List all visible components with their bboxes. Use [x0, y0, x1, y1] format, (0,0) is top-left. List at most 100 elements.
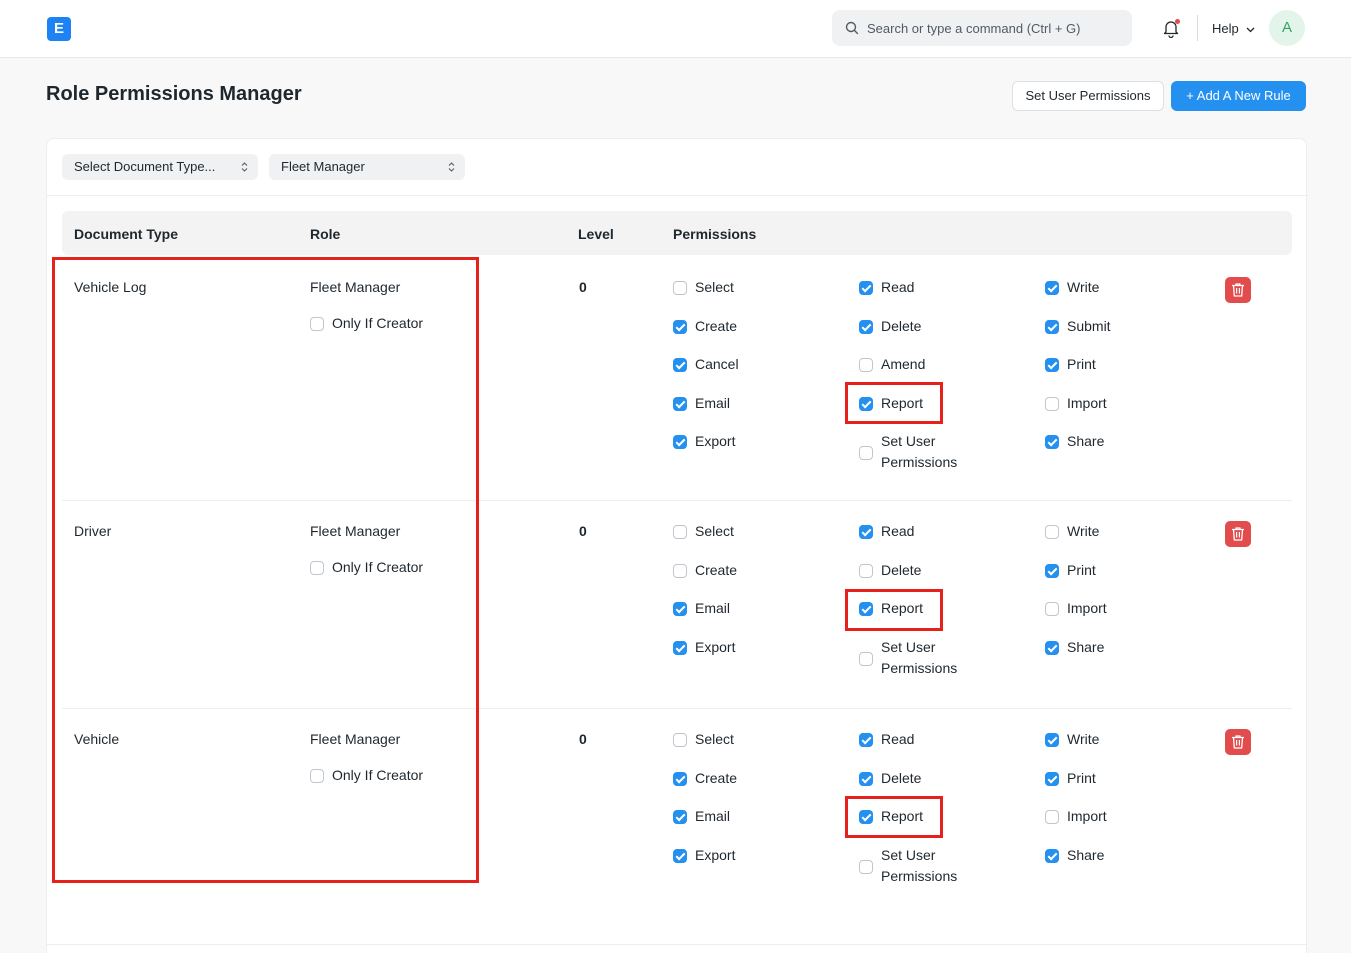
permission-checkbox-email[interactable]	[673, 396, 687, 411]
help-label: Help	[1212, 21, 1239, 36]
permission-label-import: Import	[1067, 808, 1107, 824]
header-permissions: Permissions	[673, 226, 757, 242]
search-bar[interactable]	[832, 10, 1132, 46]
permission-checkbox-read[interactable]	[859, 525, 873, 539]
table-header: Document Type Role Level Permissions	[62, 211, 1292, 255]
trash-icon	[1232, 527, 1244, 541]
permission-label-cancel: Cancel	[695, 356, 739, 372]
permission-checkbox-create[interactable]	[673, 563, 687, 578]
delete-rule-button[interactable]	[1225, 729, 1251, 755]
permission-checkbox-set-user-permissions[interactable]	[859, 859, 873, 874]
delete-rule-button[interactable]	[1225, 277, 1251, 303]
permission-checkbox-email[interactable]	[673, 810, 687, 824]
permission-label-select: Select	[695, 731, 734, 747]
permission-label-print: Print	[1067, 356, 1096, 372]
permission-label-set-user-permissions: Set User Permissions	[881, 638, 958, 676]
permission-label-write: Write	[1067, 523, 1100, 539]
trash-icon	[1232, 735, 1244, 749]
permission-label-print: Print	[1067, 561, 1096, 578]
permission-checkbox-share[interactable]	[1045, 435, 1059, 449]
notification-dot	[1175, 19, 1180, 24]
doctype-select-value: Select Document Type...	[74, 159, 216, 174]
search-input[interactable]	[867, 10, 1122, 46]
permission-label-submit: Submit	[1067, 317, 1111, 334]
permission-checkbox-set-user-permissions[interactable]	[859, 446, 873, 460]
permission-checkbox-select[interactable]	[673, 733, 687, 747]
permission-checkbox-export[interactable]	[673, 640, 687, 655]
highlight-report-1	[845, 382, 943, 424]
permission-label-export: Export	[695, 846, 736, 863]
permission-checkbox-select[interactable]	[673, 525, 687, 539]
permission-checkbox-print[interactable]	[1045, 771, 1059, 786]
help-menu[interactable]: Help	[1212, 21, 1255, 36]
permission-checkbox-create[interactable]	[673, 771, 687, 786]
header-role: Role	[310, 226, 341, 242]
permission-label-import: Import	[1067, 600, 1107, 616]
permission-label-email: Email	[695, 808, 731, 824]
permission-label-delete: Delete	[881, 317, 922, 334]
permission-checkbox-delete[interactable]	[859, 319, 873, 334]
permission-checkbox-print[interactable]	[1045, 563, 1059, 578]
add-new-rule-button[interactable]: + Add A New Rule	[1171, 81, 1306, 111]
permission-checkbox-import[interactable]	[1045, 810, 1059, 824]
filter-divider	[47, 195, 1308, 196]
trash-icon	[1232, 283, 1244, 297]
permission-checkbox-write[interactable]	[1045, 281, 1059, 295]
app-logo[interactable]: E	[47, 17, 71, 41]
highlight-doctype-role-box	[52, 257, 479, 883]
permission-label-read: Read	[881, 279, 915, 295]
role-select[interactable]: Fleet Manager	[269, 154, 465, 180]
permission-checkbox-import[interactable]	[1045, 602, 1059, 616]
permission-label-email: Email	[695, 600, 731, 616]
permission-label-share: Share	[1067, 846, 1105, 863]
delete-rule-button[interactable]	[1225, 521, 1251, 547]
permission-label-export: Export	[695, 433, 736, 449]
doctype-select[interactable]: Select Document Type...	[62, 154, 258, 180]
permission-label-import: Import	[1067, 394, 1107, 411]
permission-label-write: Write	[1067, 279, 1100, 295]
permission-checkbox-select[interactable]	[673, 281, 687, 295]
permission-label-create: Create	[695, 769, 738, 786]
permission-checkbox-share[interactable]	[1045, 640, 1059, 655]
permission-checkbox-set-user-permissions[interactable]	[859, 651, 873, 666]
permission-checkbox-create[interactable]	[673, 319, 687, 334]
level-value: 0	[579, 731, 587, 747]
permission-label-print: Print	[1067, 769, 1096, 786]
permission-checkbox-write[interactable]	[1045, 733, 1059, 747]
permission-checkbox-delete[interactable]	[859, 771, 873, 786]
permission-checkbox-email[interactable]	[673, 602, 687, 616]
sort-icon	[448, 162, 455, 172]
permission-label-read: Read	[881, 523, 915, 539]
permission-checkbox-delete[interactable]	[859, 563, 873, 578]
search-icon	[845, 21, 859, 35]
permission-checkbox-print[interactable]	[1045, 358, 1059, 372]
permission-checkbox-import[interactable]	[1045, 396, 1059, 411]
header-document-type: Document Type	[74, 226, 178, 242]
permission-checkbox-amend[interactable]	[859, 358, 873, 372]
permission-checkbox-write[interactable]	[1045, 525, 1059, 539]
card-bottom-divider	[46, 944, 1307, 945]
role-select-value: Fleet Manager	[281, 159, 365, 174]
permission-label-write: Write	[1067, 731, 1100, 747]
permission-checkbox-export[interactable]	[673, 848, 687, 863]
set-user-permissions-button[interactable]: Set User Permissions	[1012, 81, 1164, 111]
permission-label-share: Share	[1067, 638, 1105, 655]
avatar[interactable]: A	[1269, 10, 1305, 46]
permission-label-amend: Amend	[881, 356, 926, 372]
chevron-down-icon	[1246, 27, 1255, 33]
permission-checkbox-read[interactable]	[859, 281, 873, 295]
page-title: Role Permissions Manager	[46, 83, 302, 105]
permission-label-set-user-permissions: Set User Permissions	[881, 433, 958, 470]
permission-label-read: Read	[881, 731, 915, 747]
permission-checkbox-share[interactable]	[1045, 848, 1059, 863]
permission-checkbox-export[interactable]	[673, 435, 687, 449]
permission-checkbox-read[interactable]	[859, 733, 873, 747]
permission-label-select: Select	[695, 523, 734, 539]
permission-checkbox-submit[interactable]	[1045, 319, 1059, 334]
permission-label-create: Create	[695, 561, 738, 578]
nav-divider	[1197, 15, 1198, 41]
permission-label-create: Create	[695, 317, 738, 334]
permission-label-delete: Delete	[881, 561, 922, 578]
permission-checkbox-cancel[interactable]	[673, 358, 687, 372]
highlight-report-2	[845, 589, 943, 631]
